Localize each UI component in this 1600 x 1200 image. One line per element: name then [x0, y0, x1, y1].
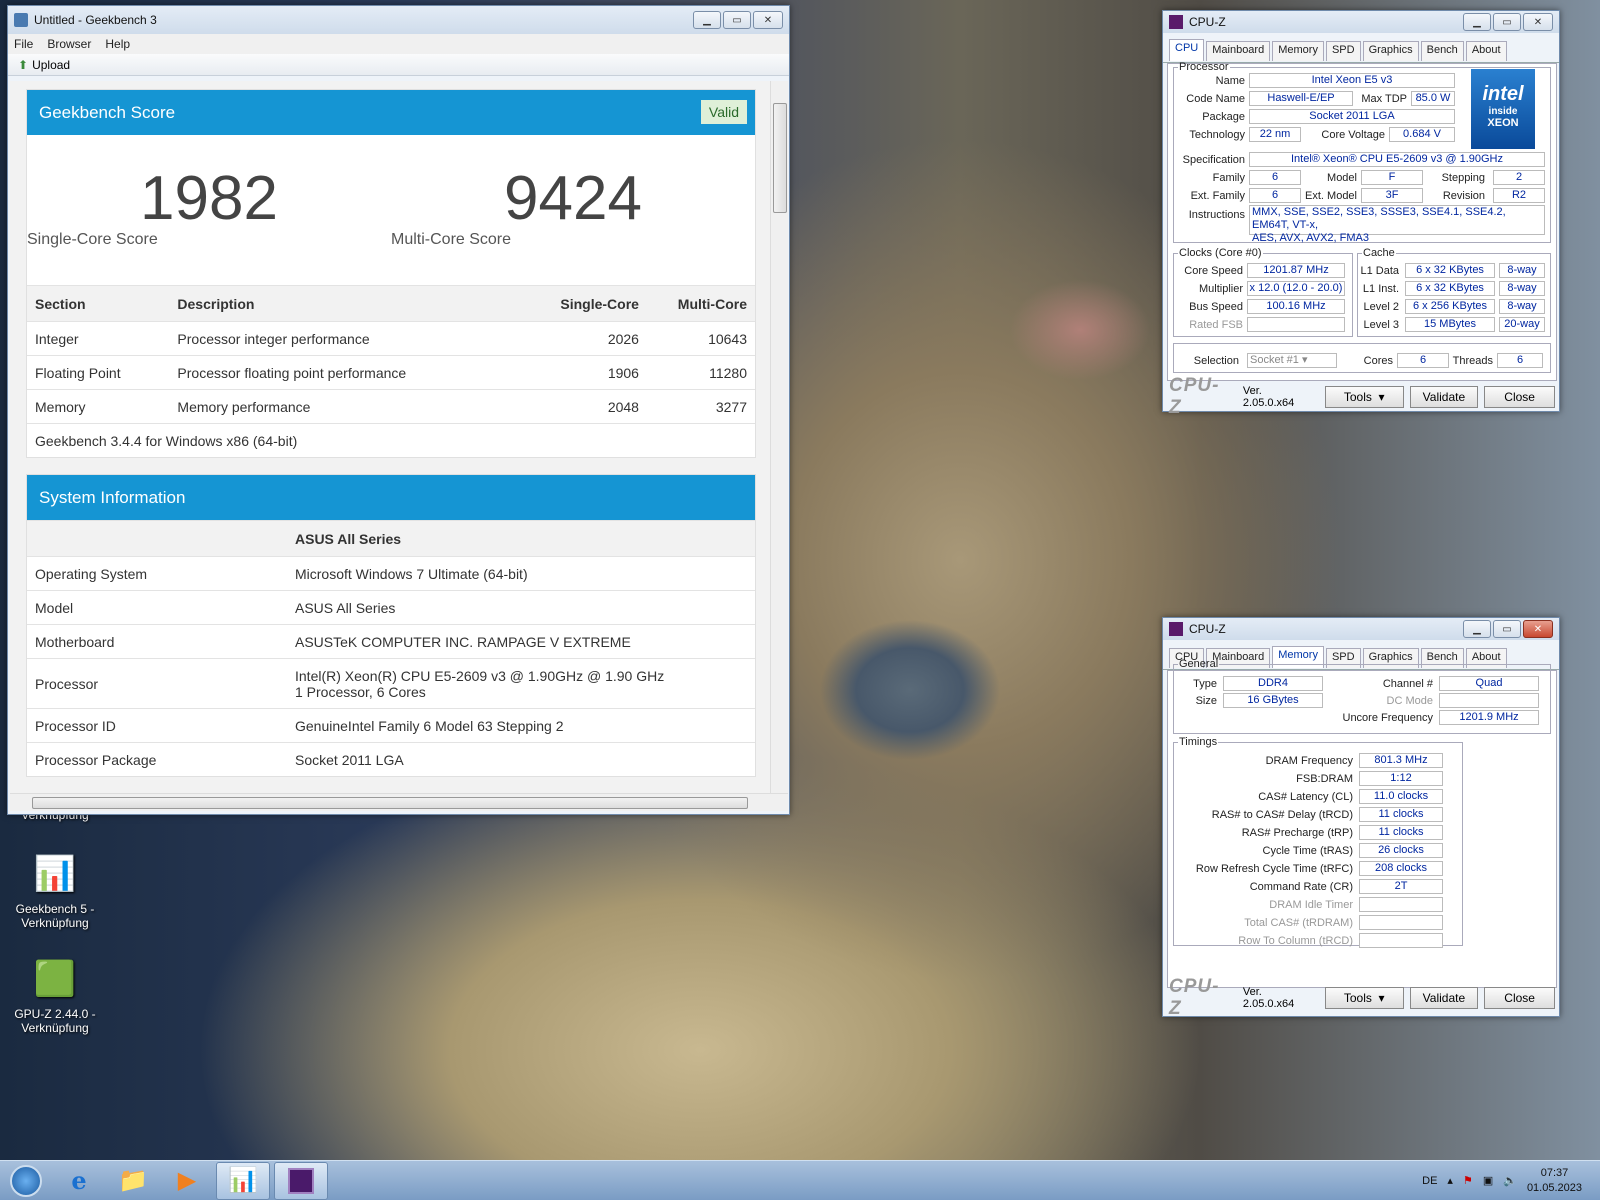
maximize-button[interactable]: ▭ [1493, 13, 1521, 31]
tools-button[interactable]: Tools ▾ [1324, 386, 1404, 408]
cpuz-logo: CPU-Z [1169, 375, 1220, 418]
taskbar-explorer[interactable]: 📁 [106, 1162, 160, 1200]
scroll-thumb[interactable] [773, 103, 787, 213]
toolbar: ⬆ Upload [8, 54, 789, 76]
close-button[interactable]: ✕ [753, 11, 783, 29]
tab-memory[interactable]: Memory [1272, 41, 1324, 61]
app-icon [14, 13, 28, 27]
media-player-icon: ▶ [177, 1167, 197, 1194]
rated-fsb-value [1247, 317, 1345, 332]
cpuz-memory-window: CPU-Z ▁ ▭ ✕ CPU Mainboard Memory SPD Gra… [1162, 617, 1560, 1019]
cpuz-titlebar[interactable]: CPU-Z ▁ ▭ ✕ [1163, 618, 1559, 640]
tab-mainboard[interactable]: Mainboard [1206, 41, 1271, 61]
taskbar-cpuz[interactable] [274, 1161, 328, 1200]
desktop-icon-gpuz[interactable]: 🟩 GPU-Z 2.44.0 - Verknüpfung [10, 955, 100, 1035]
volume-icon[interactable]: 🔈 [1503, 1174, 1517, 1187]
cpuz-cpu-window: CPU-Z ▁ ▭ ✕ CPU Mainboard Memory SPD Gra… [1162, 10, 1560, 418]
taskbar-geekbench[interactable]: 📊 [216, 1161, 270, 1200]
maximize-button[interactable]: ▭ [1493, 620, 1521, 638]
horizontal-scrollbar[interactable] [10, 793, 788, 811]
geekbench-titlebar[interactable]: Untitled - Geekbench 3 ▁ ▭ ✕ [8, 6, 789, 34]
taskbar-ie[interactable]: e [52, 1162, 106, 1200]
minimize-button[interactable]: ▁ [1463, 620, 1491, 638]
close-button[interactable]: ✕ [1523, 620, 1553, 638]
gpuz-icon: 🟩 [33, 960, 77, 998]
system-info-panel: System Information ASUS All Series Opera… [26, 474, 756, 777]
table-row: Floating Point Processor floating point … [27, 355, 755, 389]
tab-spd[interactable]: SPD [1325, 41, 1361, 61]
tools-button[interactable]: Tools ▾ [1324, 987, 1404, 1009]
language-indicator[interactable]: DE [1422, 1175, 1437, 1187]
maximize-button[interactable]: ▭ [723, 11, 751, 29]
results-view: Geekbench Score Valid 1982 Single-Core S… [10, 81, 770, 793]
table-row: Integer Processor integer performance 20… [27, 321, 755, 355]
single-core-score: 1982 Single-Core Score [27, 164, 278, 249]
taskbar-media-player[interactable]: ▶ [160, 1162, 214, 1200]
folder-icon: 📁 [118, 1167, 148, 1194]
taskbar: e 📁 ▶ 📊 DE ▴ ⚑ ▣ 🔈 07:37 01.05.2023 [0, 1160, 1600, 1200]
name-value: Intel Xeon E5 v3 [1249, 73, 1455, 88]
scroll-thumb[interactable] [32, 797, 748, 809]
minimize-button[interactable]: ▁ [1463, 13, 1491, 31]
desktop-icon-geekbench5[interactable]: 📊 Geekbench 5 - Verknüpfung [10, 850, 100, 930]
geekbench-window: Untitled - Geekbench 3 ▁ ▭ ✕ File Browse… [7, 5, 790, 815]
info-row: Motherboard ASUSTeK COMPUTER INC. RAMPAG… [27, 624, 755, 658]
info-row: Model ASUS All Series [27, 590, 755, 624]
system-info-subheader: ASUS All Series [27, 520, 755, 556]
cpuz-footer: CPU-Z Ver. 2.05.0.x64 Tools ▾ Validate C… [1169, 976, 1555, 1019]
multi-core-score: 9424 Multi-Core Score [391, 164, 642, 249]
score-panel: Geekbench Score Valid 1982 Single-Core S… [26, 89, 756, 458]
cpuz-logo: CPU-Z [1169, 976, 1220, 1019]
close-app-button[interactable]: Close [1484, 386, 1555, 408]
valid-badge: Valid [700, 100, 747, 124]
validate-button[interactable]: Validate [1409, 386, 1479, 408]
info-row: Processor ID GenuineIntel Family 6 Model… [27, 708, 755, 742]
table-row: Memory Memory performance 2048 3277 [27, 389, 755, 423]
cpuz-app-icon [1169, 15, 1183, 29]
socket-select[interactable]: Socket #1 ▾ [1247, 353, 1337, 368]
info-row: Processor Intel(R) Xeon(R) CPU E5-2609 v… [27, 658, 755, 708]
version-footer: Geekbench 3.4.4 for Windows x86 (64-bit) [27, 423, 755, 457]
menu-browser[interactable]: Browser [47, 37, 91, 51]
menu-help[interactable]: Help [105, 37, 130, 51]
windows-logo-icon [10, 1164, 42, 1197]
cpuz-app-icon [1169, 622, 1183, 636]
geekbench-icon: 📊 [228, 1167, 258, 1194]
menu-bar: File Browser Help [8, 34, 789, 54]
system-tray: DE ▴ ⚑ ▣ 🔈 07:37 01.05.2023 [1422, 1166, 1600, 1196]
close-button[interactable]: ✕ [1523, 13, 1553, 31]
intel-xeon-logo: intel inside XEON [1471, 69, 1535, 149]
tab-bench[interactable]: Bench [1420, 41, 1464, 61]
menu-file[interactable]: File [14, 37, 33, 51]
cpuz-icon [288, 1167, 314, 1194]
info-row: Processor Package Socket 2011 LGA [27, 742, 755, 776]
tab-cpu[interactable]: CPU [1169, 39, 1205, 61]
close-app-button[interactable]: Close [1484, 987, 1555, 1009]
internet-explorer-icon: e [71, 1166, 87, 1195]
score-panel-header: Geekbench Score Valid [27, 90, 755, 135]
instructions-value: MMX, SSE, SSE2, SSE3, SSSE3, SSE4.1, SSE… [1249, 205, 1545, 244]
window-title: Untitled - Geekbench 3 [34, 13, 157, 27]
cpuz-titlebar[interactable]: CPU-Z ▁ ▭ ✕ [1163, 11, 1559, 33]
tab-bar: CPU Mainboard Memory SPD Graphics Bench … [1163, 33, 1559, 63]
table-header: Section Description Single-Core Multi-Co… [27, 285, 755, 321]
validate-button[interactable]: Validate [1409, 987, 1479, 1009]
minimize-button[interactable]: ▁ [693, 11, 721, 29]
dc-mode-value [1439, 693, 1539, 708]
tab-about[interactable]: About [1465, 41, 1507, 61]
tab-graphics[interactable]: Graphics [1362, 41, 1419, 61]
network-icon[interactable]: ▣ [1483, 1174, 1493, 1187]
cpuz-footer: CPU-Z Ver. 2.05.0.x64 Tools ▾ Validate C… [1169, 375, 1555, 418]
geekbench-icon: 📊 [33, 855, 77, 893]
action-center-icon[interactable]: ⚑ [1463, 1174, 1473, 1187]
upload-button[interactable]: Upload [32, 58, 70, 72]
vertical-scrollbar[interactable] [770, 81, 788, 793]
info-row: Operating System Microsoft Windows 7 Ult… [27, 556, 755, 590]
upload-icon: ⬆ [18, 57, 29, 72]
start-button[interactable] [0, 1162, 52, 1200]
system-info-header: System Information [27, 475, 755, 520]
show-hidden-icons[interactable]: ▴ [1447, 1174, 1453, 1187]
clock[interactable]: 07:37 01.05.2023 [1527, 1166, 1582, 1196]
